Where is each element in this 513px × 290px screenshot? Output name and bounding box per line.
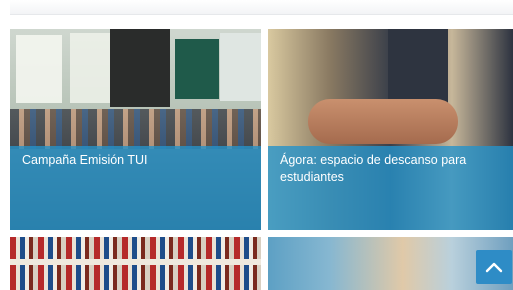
page-top-strip	[10, 0, 513, 15]
card-caption: Ágora: espacio de descanso para estudian…	[268, 146, 513, 230]
news-card-agora[interactable]: Ágora: espacio de descanso para estudian…	[268, 29, 513, 230]
bookshelf-photo	[10, 237, 261, 290]
chevron-up-icon	[485, 262, 503, 273]
news-card-campana-tui[interactable]: Campaña Emisión TUI	[10, 29, 261, 230]
card-title: Campaña Emisión TUI	[22, 153, 148, 167]
card-caption: Campaña Emisión TUI	[10, 146, 261, 230]
news-card-library[interactable]	[10, 237, 261, 290]
card-title: Ágora: espacio de descanso para estudian…	[280, 153, 467, 184]
scroll-to-top-button[interactable]	[476, 250, 512, 284]
